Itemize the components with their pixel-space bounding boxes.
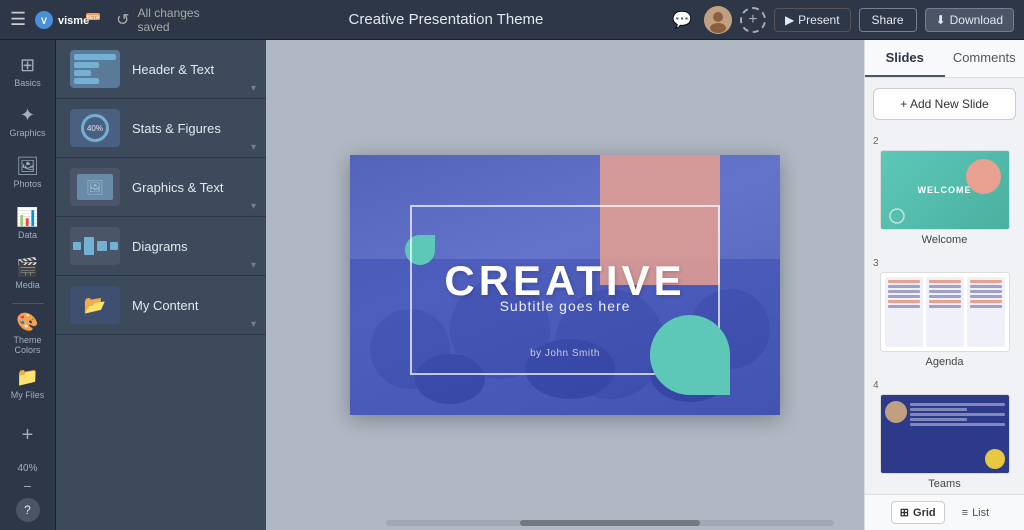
add-button[interactable]: + (4, 411, 52, 459)
slide-item-2[interactable]: 2 WELCOME Welcome (865, 130, 1024, 252)
add-new-slide-button[interactable]: + Add New Slide (873, 88, 1016, 120)
tab-slides[interactable]: Slides (865, 40, 945, 77)
slide-thumb-3 (880, 272, 1010, 352)
slide-number-4: 4 (873, 380, 879, 391)
svg-text:BETA: BETA (87, 15, 100, 21)
basics-icon: ⊞ (20, 55, 35, 76)
sidebar-item-theme-colors[interactable]: 🎨 Theme Colors (4, 310, 52, 357)
saved-status: All changes saved (138, 6, 224, 34)
download-button[interactable]: ⬇ Download (925, 8, 1014, 32)
topbar-right: 💬 + ▶ Present Share ⬇ Download (668, 6, 1014, 34)
chat-icon-button[interactable]: 💬 (668, 6, 696, 34)
chevron-down-icon: ▾ (251, 260, 256, 271)
plus-icon: + (22, 424, 34, 447)
graphics-text-thumb: 🖼 (70, 168, 120, 206)
play-icon: ▶ (785, 13, 794, 27)
stats-thumb: 40% (70, 109, 120, 147)
list-view-button[interactable]: ≡ List (953, 501, 999, 524)
canvas-area: CREATIVE Subtitle goes here by John Smit… (266, 40, 864, 530)
canvas-horizontal-scrollbar[interactable] (386, 520, 835, 526)
slide-teal-shape (650, 315, 730, 395)
sidebar-bottom: + 40% − ? (4, 411, 52, 530)
slide-item-4[interactable]: 4 Teams (865, 374, 1024, 494)
scrollbar-thumb (520, 520, 699, 526)
theme-colors-icon: 🎨 (16, 312, 38, 333)
diagrams-thumb (70, 227, 120, 265)
panel-item-diagrams[interactable]: Diagrams ▾ (56, 217, 266, 276)
list-icon: ≡ (962, 507, 968, 519)
stats-circle: 40% (81, 114, 109, 142)
grid-icon: ⊞ (900, 506, 909, 519)
my-files-icon: 📁 (16, 367, 38, 388)
zoom-level: 40% (17, 463, 37, 474)
back-button[interactable]: ↺ (116, 10, 129, 30)
media-icon: 🎬 (16, 257, 38, 278)
slide-label-4: Teams (928, 478, 960, 490)
sidebar-divider (12, 303, 44, 304)
avatar[interactable] (704, 6, 732, 34)
main-layout: ⊞ Basics ✦ Graphics 🖼 Photos 📊 Data 🎬 Me… (0, 40, 1024, 530)
sidebar-item-media[interactable]: 🎬 Media (4, 250, 52, 297)
slides-list: 2 WELCOME Welcome 3 (865, 130, 1024, 494)
folder-icon: 📂 (84, 295, 106, 316)
logo-img: V visme BETA (34, 9, 104, 31)
chevron-down-icon: ▾ (251, 142, 256, 153)
panel-item-header-text[interactable]: Header & Text ▾ (56, 40, 266, 99)
left-panel: Header & Text ▾ 40% Stats & Figures ▾ 🖼 … (56, 40, 266, 530)
svg-text:visme: visme (58, 15, 89, 27)
teams-teal-circle (985, 449, 1005, 469)
share-button[interactable]: Share (859, 8, 917, 32)
slide-number-2: 2 (873, 136, 879, 147)
logo: V visme BETA (34, 9, 104, 31)
slide-label-2: Welcome (922, 234, 968, 246)
document-title[interactable]: Creative Presentation Theme (232, 11, 660, 28)
image-icon: 🖼 (86, 179, 104, 196)
topbar: ☰ V visme BETA ↺ All changes saved Creat… (0, 0, 1024, 40)
sidebar-item-my-files[interactable]: 📁 My Files (4, 360, 52, 407)
tab-comments[interactable]: Comments (945, 40, 1024, 77)
help-button[interactable]: ? (16, 498, 40, 522)
sidebar-icons: ⊞ Basics ✦ Graphics 🖼 Photos 📊 Data 🎬 Me… (0, 40, 56, 530)
welcome-circle-bottom (889, 208, 919, 224)
slide-thumb-2: WELCOME (880, 150, 1010, 230)
sidebar-item-graphics[interactable]: ✦ Graphics (4, 99, 52, 146)
teams-avatar (885, 401, 907, 423)
add-collaborator-button[interactable]: + (740, 7, 766, 33)
sidebar-item-data[interactable]: 📊 Data (4, 200, 52, 247)
grid-view-button[interactable]: ⊞ Grid (891, 501, 945, 524)
sidebar-item-photos[interactable]: 🖼 Photos (4, 149, 52, 196)
panel-item-my-content[interactable]: 📂 My Content ▾ (56, 276, 266, 335)
view-toggle-bar: ⊞ Grid ≡ List (865, 494, 1024, 530)
header-text-thumb (70, 50, 120, 88)
graphics-icon: ✦ (20, 105, 35, 126)
slide-thumb-4 (880, 394, 1010, 474)
welcome-circle (966, 159, 1001, 194)
chevron-down-icon: ▾ (251, 201, 256, 212)
welcome-text: WELCOME (918, 185, 972, 195)
slide-canvas[interactable]: CREATIVE Subtitle goes here by John Smit… (350, 155, 780, 415)
panel-item-graphics-text[interactable]: 🖼 Graphics & Text ▾ (56, 158, 266, 217)
data-icon: 📊 (16, 207, 38, 228)
slide-number-3: 3 (873, 258, 879, 269)
download-icon: ⬇ (936, 13, 946, 27)
right-panel: Slides Comments + Add New Slide 2 WELCOM… (864, 40, 1024, 530)
photos-icon: 🖼 (16, 156, 39, 177)
chevron-down-icon: ▾ (251, 319, 256, 330)
my-content-thumb: 📂 (70, 286, 120, 324)
slide-item-3[interactable]: 3 (865, 252, 1024, 374)
slide-author[interactable]: by John Smith (530, 348, 600, 359)
chevron-down-icon: ▾ (251, 83, 256, 94)
sidebar-item-basics[interactable]: ⊞ Basics (4, 48, 52, 95)
svg-text:V: V (41, 16, 47, 26)
topbar-left: ☰ V visme BETA ↺ All changes saved (10, 6, 224, 34)
slide-subtitle[interactable]: Subtitle goes here (500, 298, 631, 314)
menu-icon[interactable]: ☰ (10, 9, 26, 30)
present-button[interactable]: ▶ Present (774, 8, 851, 32)
right-panel-tabs: Slides Comments (865, 40, 1024, 78)
slide-label-3: Agenda (926, 356, 964, 368)
zoom-out-icon[interactable]: − (23, 478, 31, 494)
panel-item-stats-figures[interactable]: 40% Stats & Figures ▾ (56, 99, 266, 158)
